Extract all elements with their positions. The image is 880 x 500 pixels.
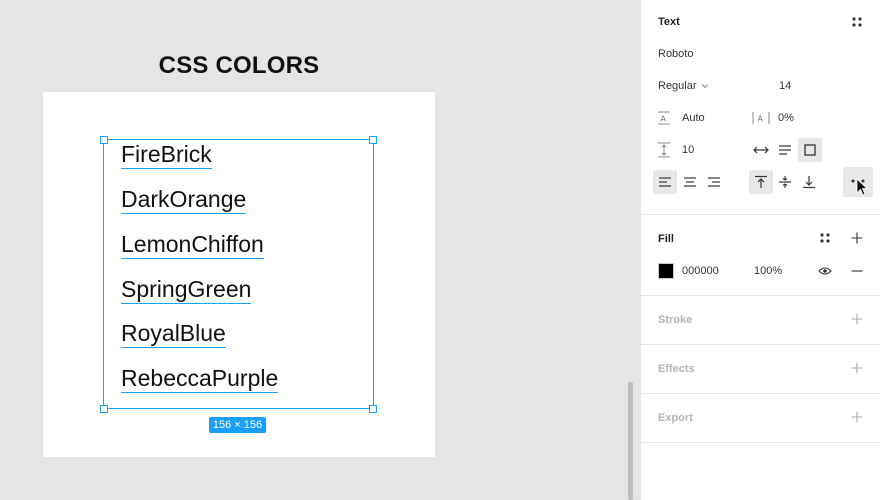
line-height-icon: A	[656, 110, 672, 126]
color-text-item[interactable]: RoyalBlue	[121, 319, 226, 348]
eye-icon[interactable]	[816, 262, 834, 280]
section-divider	[641, 344, 880, 345]
fill-section-title: Fill	[658, 233, 674, 245]
frame-title[interactable]: CSS COLORS	[43, 52, 435, 80]
color-text-item[interactable]: FireBrick	[121, 140, 212, 169]
svg-text:A: A	[758, 115, 764, 124]
line-height-input[interactable]: Auto	[682, 112, 705, 124]
align-top-icon[interactable]	[749, 170, 773, 194]
paragraph-spacing-input[interactable]: 10	[682, 144, 694, 156]
fixed-size-icon[interactable]	[798, 138, 822, 162]
align-middle-icon[interactable]	[773, 170, 797, 194]
add-effect-icon[interactable]	[848, 359, 866, 377]
fill-opacity-input[interactable]: 100%	[754, 265, 782, 277]
letter-spacing-input[interactable]: 0%	[778, 112, 794, 124]
color-text-item[interactable]: LemonChiffon	[121, 230, 264, 259]
align-left-icon[interactable]	[653, 170, 677, 194]
remove-fill-icon[interactable]	[848, 262, 866, 280]
stroke-section-title: Stroke	[658, 314, 693, 326]
letter-spacing-icon: A	[752, 110, 770, 126]
align-bottom-icon[interactable]	[797, 170, 821, 194]
section-divider	[641, 214, 880, 215]
font-size-input[interactable]: 14	[779, 80, 791, 92]
properties-panel: Text Roboto Regular 14 A Auto A 0% 10 Fi…	[640, 0, 880, 500]
effects-section-title: Effects	[658, 363, 695, 375]
export-section-title: Export	[658, 412, 693, 424]
font-family-select[interactable]: Roboto	[658, 48, 693, 60]
resize-handle-bottom-left[interactable]	[100, 405, 108, 413]
section-divider	[641, 393, 880, 394]
font-weight-select[interactable]: Regular	[658, 80, 697, 92]
paragraph-spacing-icon	[656, 142, 672, 158]
align-center-icon[interactable]	[678, 170, 702, 194]
section-divider	[641, 442, 880, 443]
add-fill-icon[interactable]	[848, 229, 866, 247]
section-divider	[641, 295, 880, 296]
add-export-icon[interactable]	[848, 408, 866, 426]
chevron-down-icon[interactable]	[700, 80, 710, 92]
color-text-item[interactable]: DarkOrange	[121, 185, 247, 214]
text-styles-grid-icon[interactable]	[848, 13, 866, 31]
color-text-item[interactable]: SpringGreen	[121, 275, 252, 304]
fill-styles-grid-icon[interactable]	[816, 229, 834, 247]
fill-color-swatch[interactable]	[658, 263, 674, 279]
fill-hex-input[interactable]: 000000	[682, 265, 719, 277]
align-right-icon[interactable]	[702, 170, 726, 194]
resize-handle-bottom-right[interactable]	[369, 405, 377, 413]
design-canvas[interactable]: CSS COLORS FireBrick DarkOrange LemonChi…	[0, 0, 630, 500]
auto-width-icon[interactable]	[752, 141, 770, 159]
resize-handle-top-left[interactable]	[100, 136, 108, 144]
size-badge: 156 × 156	[209, 417, 266, 433]
add-stroke-icon[interactable]	[848, 310, 866, 328]
resize-handle-top-right[interactable]	[369, 136, 377, 144]
text-section-title: Text	[658, 16, 680, 28]
auto-height-icon[interactable]	[776, 141, 794, 159]
more-options-icon[interactable]	[843, 167, 873, 197]
color-text-item[interactable]: RebeccaPurple	[121, 364, 279, 393]
canvas-scrollbar[interactable]	[628, 382, 633, 500]
svg-text:A: A	[661, 115, 667, 124]
